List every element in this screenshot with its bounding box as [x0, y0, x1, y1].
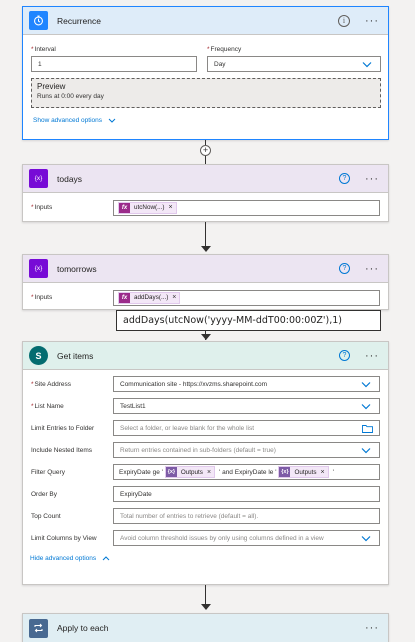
tomorrows-title: tomorrows — [57, 263, 97, 274]
preview-title: Preview — [37, 82, 66, 91]
preview-text: Runs at 0:00 every day — [37, 93, 104, 100]
top-count-input[interactable]: Total number of entries to retrieve (def… — [113, 508, 380, 524]
remove-token-icon[interactable]: × — [168, 204, 172, 211]
get-items-card: S Get items ? ··· *Site Address Communic… — [22, 341, 389, 585]
variable-icon: {x} — [29, 259, 48, 278]
recurrence-title: Recurrence — [57, 15, 101, 26]
help-icon[interactable]: ? — [339, 173, 350, 184]
expression-token[interactable]: fx utcNow(...) × — [118, 201, 177, 214]
site-address-row: *Site Address Communication site - https… — [23, 373, 388, 395]
filter-query-label: Filter Query — [31, 468, 65, 476]
apply-to-each-title: Apply to each — [57, 623, 109, 633]
filter-query-row: Filter Query ExpiryDate ge ' {x} Outputs ×… — [23, 461, 388, 483]
more-options-icon[interactable]: ··· — [364, 263, 380, 275]
limit-columns-label: Limit Columns by View — [31, 534, 97, 542]
help-icon[interactable]: ? — [339, 350, 350, 361]
folder-icon[interactable] — [362, 424, 373, 433]
recurrence-header[interactable]: Recurrence i ··· — [23, 7, 388, 35]
todays-title: todays — [57, 173, 83, 184]
limit-columns-row: Limit Columns by View Avoid column thres… — [23, 527, 388, 549]
function-icon: fx — [119, 292, 130, 303]
inputs-field[interactable]: fx utcNow(...) × — [113, 199, 380, 216]
site-address-label: *Site Address — [31, 380, 72, 388]
hide-advanced-options-link[interactable]: Hide advanced options — [30, 555, 388, 562]
order-by-input[interactable]: ExpiryDate — [113, 486, 380, 502]
chevron-up-icon — [102, 556, 110, 561]
list-name-row: *List Name TestList1 — [23, 395, 388, 417]
add-step-plus-icon[interactable]: + — [200, 145, 211, 156]
more-options-icon[interactable]: ··· — [364, 622, 380, 634]
tomorrows-header[interactable]: {x} tomorrows ? ··· — [23, 255, 388, 283]
arrow-down-icon — [201, 334, 211, 340]
todays-card: {x} todays ? ··· *Inputs fx utcNow(...) × — [22, 164, 389, 222]
expression-tooltip: addDays(utcNow('yyyy-MM-ddT00:00:00Z'),1… — [116, 310, 381, 331]
remove-token-icon[interactable]: × — [172, 294, 176, 301]
expression-token[interactable]: fx addDays(...) × — [118, 291, 181, 304]
chevron-down-icon — [362, 62, 372, 68]
order-by-row: Order By ExpiryDate — [23, 483, 388, 505]
list-name-label: *List Name — [31, 402, 64, 410]
recurrence-card: Recurrence i ··· *Interval 1 *Frequency … — [22, 6, 389, 140]
chevron-down-icon — [361, 448, 371, 454]
clock-icon — [29, 11, 48, 30]
help-icon[interactable]: ? — [339, 263, 350, 274]
site-address-dropdown[interactable]: Communication site - https://xvzms.share… — [113, 376, 380, 392]
nested-items-dropdown[interactable]: Return entries contained in sub-folders … — [113, 442, 380, 458]
list-name-dropdown[interactable]: TestList1 — [113, 398, 380, 414]
inputs-label: *Inputs — [31, 204, 53, 211]
arrow-down-icon — [201, 246, 211, 252]
outputs-token[interactable]: {x} Outputs × — [164, 466, 216, 478]
limit-columns-dropdown[interactable]: Avoid column threshold issues by only us… — [113, 530, 380, 546]
connector-line — [205, 222, 206, 248]
preview-box: Preview Runs at 0:00 every day — [31, 78, 381, 108]
chevron-down-icon — [361, 536, 371, 542]
variable-icon: {x} — [279, 467, 291, 477]
limit-folder-input[interactable]: Select a folder, or leave blank for the … — [113, 420, 380, 436]
show-advanced-options-link[interactable]: Show advanced options — [33, 117, 116, 124]
remove-token-icon[interactable]: × — [321, 469, 325, 476]
info-icon[interactable]: i — [338, 14, 350, 27]
top-count-label: Top Count — [31, 512, 61, 520]
arrow-down-icon — [201, 604, 211, 610]
remove-token-icon[interactable]: × — [207, 469, 211, 476]
apply-to-each-header[interactable]: Apply to each ··· — [23, 614, 388, 642]
loop-icon — [29, 618, 48, 638]
order-by-label: Order By — [31, 490, 58, 498]
variable-icon: {x} — [165, 467, 177, 477]
interval-input[interactable]: 1 — [31, 56, 197, 72]
nested-items-row: Include Nested Items Return entries cont… — [23, 439, 388, 461]
chevron-down-icon — [361, 382, 371, 388]
more-options-icon[interactable]: ··· — [364, 173, 380, 185]
more-options-icon[interactable]: ··· — [364, 15, 380, 27]
sharepoint-icon: S — [29, 346, 48, 365]
apply-to-each-card: Apply to each ··· — [22, 613, 389, 642]
top-count-row: Top Count Total number of entries to ret… — [23, 505, 388, 527]
chevron-down-icon — [361, 404, 371, 410]
function-icon: fx — [119, 202, 130, 213]
todays-header[interactable]: {x} todays ? ··· — [23, 165, 388, 193]
nested-items-label: Include Nested Items — [31, 446, 93, 454]
frequency-value: Day — [214, 60, 226, 68]
chevron-down-icon — [108, 118, 116, 123]
inputs-field[interactable]: fx addDays(...) × — [113, 289, 380, 306]
frequency-label: *Frequency — [207, 46, 242, 53]
get-items-title: Get items — [57, 350, 94, 361]
get-items-header[interactable]: S Get items ? ··· — [23, 342, 388, 370]
outputs-token[interactable]: {x} Outputs × — [278, 466, 329, 478]
variable-icon: {x} — [29, 169, 48, 188]
interval-label: *Interval — [31, 46, 56, 53]
frequency-dropdown[interactable]: Day — [207, 56, 381, 72]
filter-query-input[interactable]: ExpiryDate ge ' {x} Outputs × ' and Expiry… — [113, 464, 380, 480]
limit-folder-row: Limit Entries to Folder Select a folder,… — [23, 417, 388, 439]
tomorrows-card: {x} tomorrows ? ··· *Inputs fx addDays(..… — [22, 254, 389, 310]
inputs-label: *Inputs — [31, 294, 53, 301]
limit-folder-label: Limit Entries to Folder — [31, 424, 95, 432]
more-options-icon[interactable]: ··· — [364, 350, 380, 362]
